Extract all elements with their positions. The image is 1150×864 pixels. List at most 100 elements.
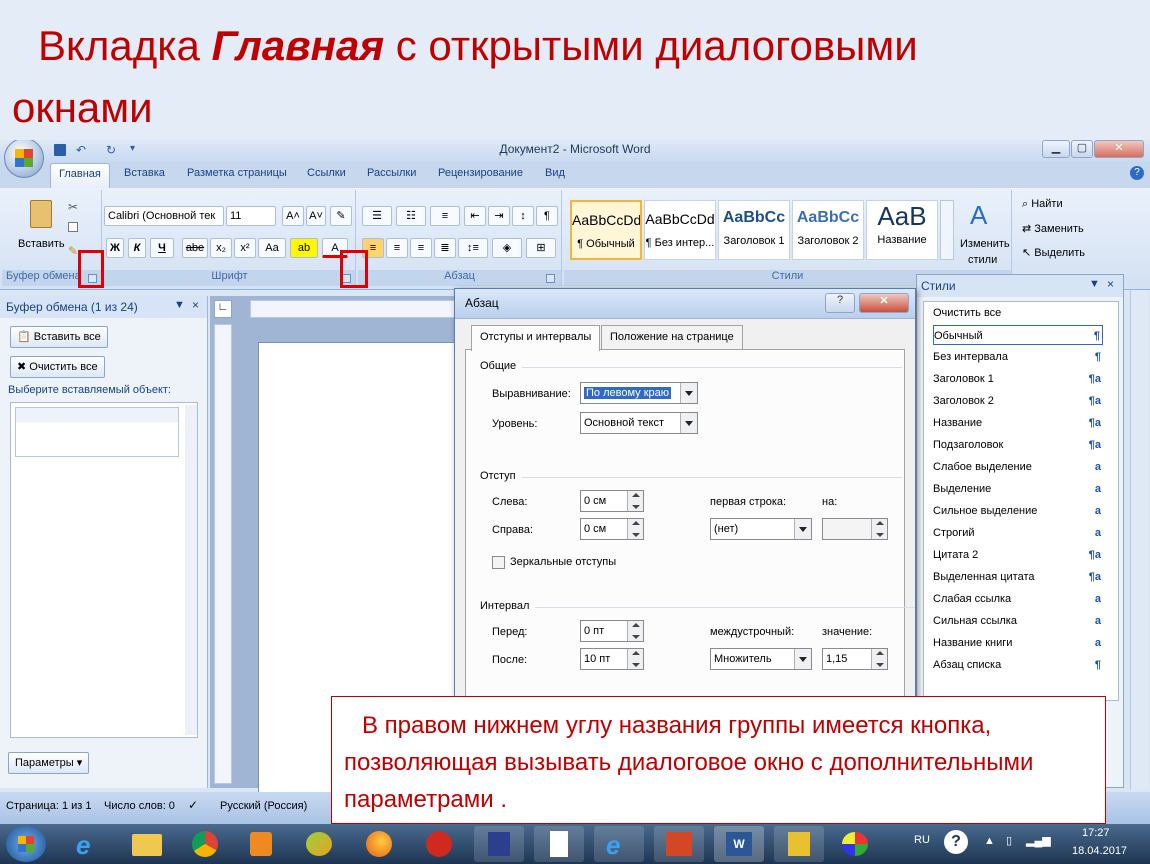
subscript-button[interactable]: x₂	[210, 238, 232, 258]
bullets-button[interactable]: ☰	[362, 206, 392, 226]
spinner-icon[interactable]	[627, 519, 643, 539]
options-button[interactable]: Параметры ▾	[8, 752, 90, 774]
sort-button[interactable]: ↕	[512, 206, 534, 226]
left-indent-input[interactable]: 0 см	[580, 490, 644, 512]
tab-references[interactable]: Ссылки	[307, 167, 346, 179]
clipboard-item-thumbnail[interactable]	[15, 407, 179, 457]
paragraph-dialog-launcher[interactable]	[546, 274, 555, 283]
word-count[interactable]: Число слов: 0	[104, 800, 175, 812]
undo-icon[interactable]: ↶	[76, 143, 86, 157]
file-explorer-icon[interactable]	[122, 826, 172, 862]
spinner-icon[interactable]	[627, 649, 643, 669]
change-styles-label-2[interactable]: стили	[968, 254, 997, 266]
save-icon[interactable]	[54, 144, 66, 156]
increase-indent-button[interactable]: ⇥	[488, 206, 510, 226]
paste-all-button[interactable]: 📋 Вставить все	[10, 326, 108, 348]
borders-button[interactable]: ⊞	[526, 238, 556, 258]
first-line-select[interactable]: (нет)	[710, 518, 812, 540]
clear-format-button[interactable]: ✎	[330, 206, 352, 226]
start-button[interactable]	[6, 826, 46, 862]
tab-home[interactable]: Главная	[50, 163, 110, 188]
tab-mailings[interactable]: Рассылки	[367, 167, 416, 179]
clock-time[interactable]: 17:27	[1082, 827, 1110, 839]
format-painter-icon[interactable]: ✎	[68, 244, 78, 258]
ccleaner-icon[interactable]	[414, 826, 464, 862]
tab-review[interactable]: Рецензирование	[438, 167, 523, 179]
dialog-help-button[interactable]: ?	[825, 293, 855, 313]
qat-dropdown-icon[interactable]: ▾	[130, 143, 135, 154]
paint-icon[interactable]	[830, 826, 880, 862]
pane-menu-icon[interactable]: ▼	[1089, 278, 1100, 290]
change-styles-label-1[interactable]: Изменить	[960, 238, 1010, 250]
close-icon[interactable]: ×	[1107, 277, 1114, 291]
chrome-icon[interactable]	[180, 826, 230, 862]
shrink-font-button[interactable]: A˅	[306, 206, 326, 226]
page-count[interactable]: Страница: 1 из 1	[6, 800, 92, 812]
style-item[interactable]: Подзаголовок ¶a	[933, 435, 1103, 455]
minimize-button[interactable]: ▁	[1042, 140, 1070, 158]
style-item[interactable]: Заголовок 1 ¶a	[933, 369, 1103, 389]
line-spacing-value-input[interactable]: 1,15	[822, 648, 888, 670]
show-marks-button[interactable]: ¶	[536, 206, 558, 226]
style-item[interactable]: Обычный ¶	[933, 325, 1103, 345]
grow-font-button[interactable]: A˄	[282, 206, 304, 226]
numbering-button[interactable]: ☷	[396, 206, 426, 226]
find-button[interactable]: ⌕ Найти	[1022, 198, 1063, 211]
help-icon[interactable]: ?	[1130, 166, 1144, 180]
dialog-close-button[interactable]: ✕	[859, 293, 909, 313]
spinner-icon[interactable]	[627, 621, 643, 641]
signal-icon[interactable]: ▂▄▆	[1026, 834, 1051, 847]
clear-all-button[interactable]: ✖ Очистить все	[10, 356, 105, 378]
line-spacing-select[interactable]: Множитель	[710, 648, 812, 670]
proofing-icon[interactable]: ✓	[188, 798, 198, 812]
firefox-icon[interactable]	[354, 826, 404, 862]
italic-button[interactable]: К	[128, 238, 146, 258]
style-item[interactable]: Заголовок 2 ¶a	[933, 391, 1103, 411]
network-icon[interactable]: ▯	[1006, 834, 1012, 847]
style-item[interactable]: Без интервала ¶	[933, 347, 1103, 367]
line-spacing-button[interactable]: ↕≡	[458, 238, 488, 258]
style-item[interactable]: Слабое выделение a	[933, 457, 1103, 477]
shading-button[interactable]: ◈	[492, 238, 522, 258]
document-icon[interactable]	[534, 826, 584, 862]
spinner-icon[interactable]	[871, 519, 887, 539]
superscript-button[interactable]: x²	[234, 238, 256, 258]
style-item[interactable]: Название книги a	[933, 633, 1103, 653]
paste-button[interactable]: Вставить	[18, 238, 65, 250]
styles-gallery-scroll[interactable]	[940, 200, 954, 260]
mirror-indents-checkbox[interactable]	[492, 556, 505, 569]
style-item[interactable]: Выделенная цитата ¶a	[933, 567, 1103, 587]
maximize-button[interactable]: ▢	[1071, 140, 1093, 158]
style-item[interactable]: Слабая ссылка a	[933, 589, 1103, 609]
tab-selector[interactable]: ∟	[214, 300, 232, 318]
media-player-icon[interactable]	[236, 826, 286, 862]
input-language[interactable]: RU	[914, 834, 930, 846]
cut-icon[interactable]: ✂	[68, 200, 78, 214]
style-item[interactable]: Название ¶a	[933, 413, 1103, 433]
tab-view[interactable]: Вид	[545, 167, 565, 179]
tab-page-layout[interactable]: Разметка страницы	[187, 167, 287, 179]
document-scrollbar[interactable]	[1130, 290, 1148, 790]
justify-button[interactable]: ≣	[434, 238, 456, 258]
clock-date[interactable]: 18.04.2017	[1072, 845, 1127, 857]
style-item[interactable]: Очистить все	[933, 303, 1103, 323]
app-icon[interactable]	[774, 826, 824, 862]
redo-icon[interactable]: ↻	[106, 143, 116, 157]
style-normal[interactable]: AaBbCcDd ¶ Обычный	[570, 200, 642, 260]
tab-indents-spacing[interactable]: Отступы и интервалы	[471, 325, 601, 351]
tab-line-page-breaks[interactable]: Положение на странице	[601, 325, 743, 350]
close-button[interactable]: ✕	[1094, 140, 1144, 158]
bold-button[interactable]: Ж	[106, 238, 124, 258]
style-item[interactable]: Сильная ссылка a	[933, 611, 1103, 631]
internet-explorer-icon[interactable]: e	[594, 826, 644, 862]
language-indicator[interactable]: Русский (Россия)	[220, 800, 307, 812]
align-center-button[interactable]: ≡	[386, 238, 408, 258]
style-item[interactable]: Абзац списка ¶	[933, 655, 1103, 675]
style-heading-2[interactable]: AaBbCc Заголовок 2	[792, 200, 864, 260]
style-title[interactable]: AaB Название	[866, 200, 938, 260]
level-select[interactable]: Основной текст	[580, 412, 698, 434]
align-right-button[interactable]: ≡	[410, 238, 432, 258]
style-no-spacing[interactable]: AaBbCcDd ¶ Без интер...	[644, 200, 716, 260]
style-heading-1[interactable]: AaBbCc Заголовок 1	[718, 200, 790, 260]
underline-button[interactable]: Ч	[150, 238, 174, 258]
